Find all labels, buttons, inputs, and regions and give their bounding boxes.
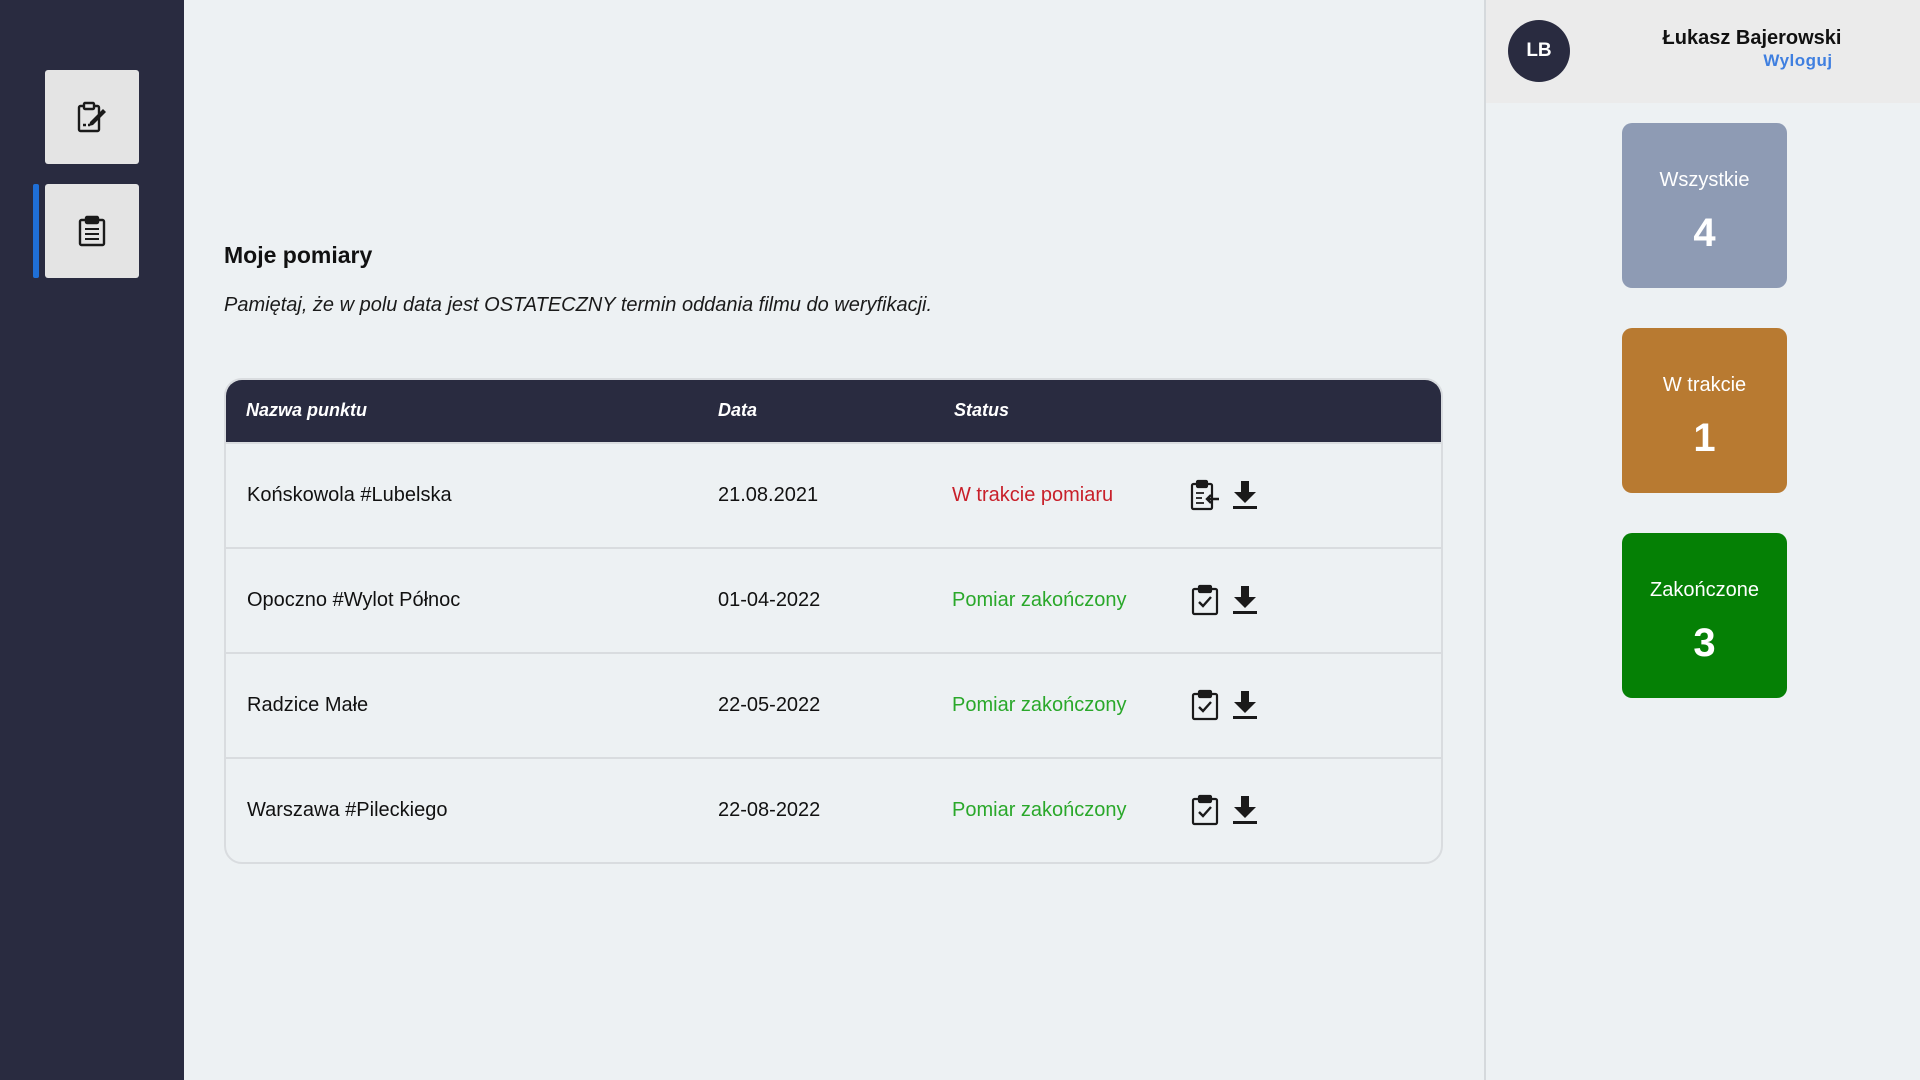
table-row: Opoczno #Wylot Północ 01-04-2022 Pomiar … xyxy=(226,547,1441,652)
right-panel: LB Łukasz Bajerowski Wyloguj Wszystkie 4… xyxy=(1484,0,1920,1080)
stat-label: Zakończone xyxy=(1650,579,1759,601)
stat-count: 4 xyxy=(1693,211,1716,255)
cell-date: 01-04-2022 xyxy=(718,589,821,611)
clipboard-check-icon[interactable] xyxy=(1186,790,1224,830)
cell-date: 21.08.2021 xyxy=(718,484,819,506)
table-row: Radzice Małe 22-05-2022 Pomiar zakończon… xyxy=(226,652,1441,757)
download-icon[interactable] xyxy=(1226,475,1264,515)
table-header: Nazwa punktu Data Status xyxy=(226,380,1441,442)
cell-name: Radzice Małe xyxy=(247,694,369,716)
cell-name: Opoczno #Wylot Północ xyxy=(247,589,461,611)
stat-card-done[interactable]: Zakończone 3 xyxy=(1622,533,1787,698)
clipboard-check-icon[interactable] xyxy=(1186,685,1224,725)
header-status: Status xyxy=(954,400,1010,420)
page-title: Moje pomiary xyxy=(224,242,373,268)
clipboard-list-icon xyxy=(78,215,106,247)
avatar: LB xyxy=(1508,20,1570,82)
stat-label: Wszystkie xyxy=(1659,169,1750,191)
stat-card-in-progress[interactable]: W trakcie 1 xyxy=(1622,328,1787,493)
cell-date: 22-08-2022 xyxy=(718,799,821,821)
status-badge: W trakcie pomiaru xyxy=(952,484,1114,506)
cell-name: Warszawa #Pileckiego xyxy=(247,799,448,821)
header-date: Data xyxy=(718,400,758,420)
clipboard-import-icon[interactable] xyxy=(1186,475,1224,515)
stat-label: W trakcie xyxy=(1662,374,1747,396)
nav-button-my-measurements[interactable] xyxy=(45,184,139,278)
logout-link[interactable]: Wyloguj xyxy=(1738,51,1858,71)
status-badge: Pomiar zakończony xyxy=(952,799,1127,821)
download-icon[interactable] xyxy=(1226,685,1264,725)
stat-count: 3 xyxy=(1693,621,1716,665)
table-row: Warszawa #Pileckiego 22-08-2022 Pomiar z… xyxy=(226,757,1441,862)
stat-count: 1 xyxy=(1693,416,1716,460)
clipboard-check-icon[interactable] xyxy=(1186,580,1224,620)
clipboard-edit-icon xyxy=(76,100,108,134)
header-name: Nazwa punktu xyxy=(246,400,368,420)
user-name: Łukasz Bajerowski xyxy=(1662,27,1842,49)
table-row: Końskowola #Lubelska 21.08.2021 W trakci… xyxy=(226,442,1441,547)
page-note: Pamiętaj, że w polu data jest OSTATECZNY… xyxy=(224,294,933,316)
user-bar: LB Łukasz Bajerowski Wyloguj xyxy=(1486,0,1920,103)
cell-name: Końskowola #Lubelska xyxy=(247,484,452,506)
status-badge: Pomiar zakończony xyxy=(952,589,1127,611)
sidebar xyxy=(0,0,184,1080)
cell-date: 22-05-2022 xyxy=(718,694,821,716)
download-icon[interactable] xyxy=(1226,580,1264,620)
stat-card-all[interactable]: Wszystkie 4 xyxy=(1622,123,1787,288)
active-nav-indicator xyxy=(33,184,39,278)
status-badge: Pomiar zakończony xyxy=(952,694,1127,716)
download-icon[interactable] xyxy=(1226,790,1264,830)
measurements-table: Nazwa punktu Data Status Końskowola #Lub… xyxy=(224,378,1443,864)
nav-button-new-measurement[interactable] xyxy=(45,70,139,164)
